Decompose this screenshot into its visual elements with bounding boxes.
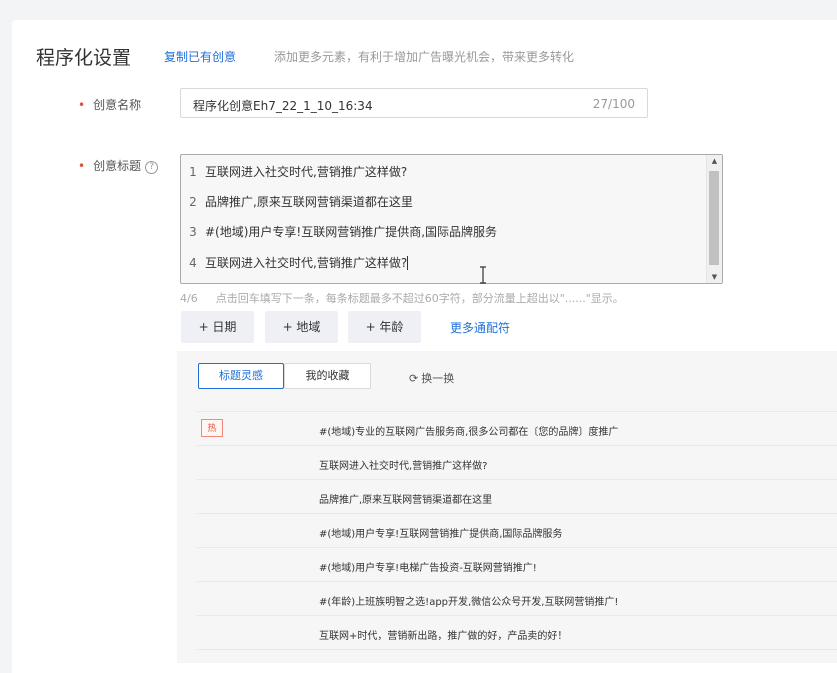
refresh-label: 换一换 [421, 372, 455, 385]
title-line-text: 互联网进入社交时代,营销推广这样做? [205, 256, 408, 270]
creative-title-label-text: 创意标题 [93, 159, 142, 173]
creative-name-value: 程序化创意Eh7_22_1_10_16:34 [193, 99, 373, 113]
textarea-scrollbar[interactable]: ▲ ▼ [706, 155, 722, 283]
list-item-text: 品牌推广,原来互联网营销渠道都在这里 [319, 495, 493, 506]
refresh-button[interactable]: ⟳ 换一换 [409, 370, 454, 386]
copy-existing-creative-link[interactable]: 复制已有创意 [164, 48, 236, 65]
list-item[interactable]: #(地域)用户专享!电梯广告投资-互联网营销推广! [197, 548, 837, 582]
required-mark: • [78, 159, 86, 173]
scrollbar-thumb[interactable] [709, 171, 719, 265]
title-line-text: 互联网进入社交时代,营销推广这样做? [205, 165, 408, 179]
list-item[interactable]: #(年龄)上班族明智之选!app开发,微信公众号开发,互联网营销推广! [197, 582, 837, 616]
scroll-up-arrow-icon[interactable]: ▲ [707, 157, 722, 165]
section-hint: 添加更多元素，有利于增加广告曝光机会，带来更多转化 [274, 50, 575, 64]
title-line[interactable]: 3 #(地域)用户专享!互联网营销推广提供商,国际品牌服务 [181, 217, 705, 247]
section-title: 程序化设置 [36, 47, 132, 69]
title-count: 4/6 [180, 292, 198, 305]
creative-name-label: • 创意名称 [78, 96, 141, 113]
line-number: 1 [189, 165, 197, 179]
list-item[interactable]: 互联网+时代，营销新出路，推广做的好，产品卖的好！ [197, 616, 837, 650]
list-item-text: #(地域)用户专享!电梯广告投资-互联网营销推广! [319, 563, 537, 574]
settings-card: 程序化设置 复制已有创意 添加更多元素，有利于增加广告曝光机会，带来更多转化 •… [12, 20, 837, 673]
title-inspiration-panel: 标题灵感 我的收藏 ⟳ 换一换 热 #(地域)专业的互联网广告服务商,很多公司都在… [177, 351, 837, 663]
question-circle-icon[interactable]: ? [145, 161, 159, 174]
add-region-button[interactable]: + 地域 [265, 311, 338, 343]
creative-name-input[interactable]: 程序化创意Eh7_22_1_10_16:34 27/100 [180, 88, 648, 118]
list-item-text: #(年龄)上班族明智之选!app开发,微信公众号开发,互联网营销推广! [319, 597, 619, 608]
title-line[interactable]: 2 品牌推广,原来互联网营销渠道都在这里 [181, 187, 705, 217]
creative-title-label: • 创意标题? [78, 157, 159, 174]
creative-title-textarea[interactable]: 1 互联网进入社交时代,营销推广这样做? 2 品牌推广,原来互联网营销渠道都在这里 … [180, 154, 723, 284]
list-item-text: #(地域)用户专享!互联网营销推广提供商,国际品牌服务 [319, 529, 563, 540]
required-mark: • [78, 98, 86, 112]
title-line-text: 品牌推广,原来互联网营销渠道都在这里 [205, 195, 413, 209]
list-item-text: 互联网+时代，营销新出路，推广做的好，产品卖的好！ [319, 631, 568, 642]
list-item[interactable]: 热 #(地域)专业的互联网广告服务商,很多公司都在〔您的品牌〕度推广 [197, 411, 837, 446]
add-date-button[interactable]: + 日期 [181, 311, 254, 343]
list-item[interactable]: 互联网进入社交时代,营销推广这样做? [197, 446, 837, 480]
title-line-text: #(地域)用户专享!互联网营销推广提供商,国际品牌服务 [205, 225, 498, 239]
list-item[interactable]: #(地域)用户专享!互联网营销推广提供商,国际品牌服务 [197, 514, 837, 548]
list-item-text: 互联网进入社交时代,营销推广这样做? [319, 461, 488, 472]
text-caret [407, 256, 409, 270]
scroll-down-arrow-icon[interactable]: ▼ [707, 273, 722, 281]
add-age-button[interactable]: + 年龄 [348, 311, 421, 343]
tab-title-inspiration[interactable]: 标题灵感 [198, 363, 284, 389]
ibeam-cursor-icon [480, 266, 486, 284]
title-line[interactable]: 4 互联网进入社交时代,营销推广这样做? [181, 248, 705, 278]
creative-name-label-text: 创意名称 [93, 98, 142, 112]
title-line[interactable]: 1 互联网进入社交时代,营销推广这样做? [181, 157, 705, 187]
creative-name-counter: 27/100 [592, 97, 635, 111]
tab-my-favorites[interactable]: 我的收藏 [284, 363, 371, 389]
more-wildcards-link[interactable]: 更多通配符 [450, 319, 510, 336]
line-number: 2 [189, 195, 197, 209]
title-tip: 点击回车填写下一条，每条标题最多不超过60字符，部分流量上超出以"......"… [215, 292, 624, 305]
list-item[interactable]: 品牌推广,原来互联网营销渠道都在这里 [197, 480, 837, 514]
title-count-hint: 4/6 点击回车填写下一条，每条标题最多不超过60字符，部分流量上超出以"....… [180, 290, 624, 306]
refresh-icon: ⟳ [409, 372, 419, 385]
line-number: 4 [189, 256, 197, 270]
line-number: 3 [189, 225, 197, 239]
list-item-text: #(地域)专业的互联网广告服务商,很多公司都在〔您的品牌〕度推广 [319, 427, 619, 438]
inspiration-list: 热 #(地域)专业的互联网广告服务商,很多公司都在〔您的品牌〕度推广 互联网进入… [197, 411, 837, 650]
hot-badge: 热 [201, 419, 223, 437]
